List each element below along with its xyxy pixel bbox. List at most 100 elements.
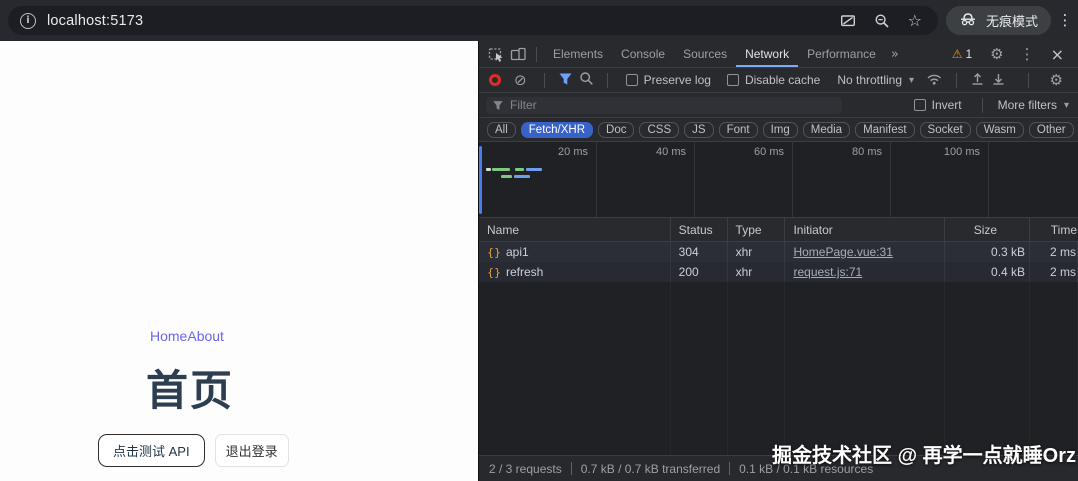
- page-title: 首页: [146, 357, 234, 418]
- xhr-braces-icon: {}: [487, 246, 501, 259]
- column-header-type[interactable]: Type: [728, 218, 786, 241]
- incognito-badge: 无痕模式: [946, 6, 1051, 35]
- preserve-log-label: Preserve log: [644, 73, 711, 87]
- tab-sources[interactable]: Sources: [674, 41, 736, 67]
- waterfall-bar: [492, 168, 510, 171]
- chip-media[interactable]: Media: [803, 122, 850, 138]
- search-icon[interactable]: [579, 71, 594, 89]
- column-header-size[interactable]: Size: [945, 218, 1030, 241]
- request-name: refresh: [506, 265, 543, 279]
- column-header-time[interactable]: Time: [1030, 218, 1078, 241]
- request-size: 0.3 kB: [945, 242, 1030, 262]
- waterfall-bar: [514, 175, 530, 178]
- test-api-button[interactable]: 点击测试 API: [98, 434, 205, 467]
- logout-button[interactable]: 退出登录: [215, 434, 289, 467]
- table-row[interactable]: {} refresh 200 xhr request.js:71 0.4 kB …: [479, 262, 1078, 282]
- clear-icon[interactable]: ⊘: [510, 71, 531, 89]
- filter-input[interactable]: [510, 98, 836, 112]
- request-table-header: Name Status Type Initiator Size Time: [479, 218, 1078, 242]
- browser-menu-icon[interactable]: ⋮: [1056, 11, 1074, 29]
- chip-other[interactable]: Other: [1029, 122, 1074, 138]
- zoom-icon[interactable]: [874, 13, 890, 29]
- bookmark-star-icon[interactable]: ☆: [908, 13, 922, 29]
- network-overview-timeline[interactable]: 20 ms 40 ms 60 ms 80 ms 100 ms: [479, 142, 1078, 218]
- record-icon[interactable]: [489, 74, 501, 86]
- empty-column: [671, 282, 728, 455]
- page-nav: HomeAbout: [150, 328, 224, 344]
- nav-link-about[interactable]: About: [187, 328, 224, 344]
- chip-doc[interactable]: Doc: [598, 122, 634, 138]
- initiator-link[interactable]: HomePage.vue:31: [793, 245, 892, 259]
- chip-all[interactable]: All: [487, 122, 516, 138]
- screen: i localhost:5173 ☆ 无痕模式 ⋮ HomeAbout: [0, 0, 1078, 481]
- gridline: [694, 142, 695, 217]
- incognito-label: 无痕模式: [986, 11, 1038, 30]
- chip-socket[interactable]: Socket: [920, 122, 971, 138]
- device-toolbar-icon[interactable]: [507, 43, 529, 65]
- tab-network[interactable]: Network: [736, 41, 798, 67]
- empty-column: [1030, 282, 1078, 455]
- send-to-device-icon[interactable]: [840, 13, 856, 29]
- tick-label: 60 ms: [714, 146, 784, 158]
- chip-fetch-xhr[interactable]: Fetch/XHR: [521, 122, 593, 138]
- import-har-icon[interactable]: [970, 71, 985, 89]
- waterfall-bar: [486, 168, 491, 171]
- request-type: xhr: [728, 242, 786, 262]
- xhr-braces-icon: {}: [487, 266, 501, 279]
- more-filters-button[interactable]: More filters ▾: [998, 98, 1071, 112]
- summary-transferred: 0.7 kB / 0.7 kB transferred: [581, 462, 720, 476]
- throttling-select[interactable]: No throttling ▾: [837, 73, 914, 87]
- invert-label: Invert: [932, 98, 962, 112]
- request-time: 2 ms: [1030, 262, 1078, 282]
- invert-checkbox[interactable]: [914, 99, 926, 111]
- disable-cache-checkbox[interactable]: [727, 74, 739, 86]
- network-conditions-icon[interactable]: [926, 71, 943, 89]
- devtools-settings-icon[interactable]: ⚙: [982, 45, 1011, 63]
- url-text: localhost:5173: [47, 13, 143, 29]
- chip-font[interactable]: Font: [719, 122, 758, 138]
- devtools-close-icon[interactable]: ×: [1043, 45, 1072, 64]
- divider: [982, 98, 983, 113]
- table-row[interactable]: {} api1 304 xhr HomePage.vue:31 0.3 kB 2…: [479, 242, 1078, 262]
- divider: [1028, 73, 1029, 88]
- address-bar[interactable]: i localhost:5173 ☆: [8, 6, 938, 35]
- initiator-link[interactable]: request.js:71: [793, 265, 862, 279]
- tick-label: 100 ms: [910, 146, 980, 158]
- column-header-name[interactable]: Name: [479, 218, 671, 241]
- request-size: 0.4 kB: [945, 262, 1030, 282]
- chip-js[interactable]: JS: [684, 122, 713, 138]
- tab-console[interactable]: Console: [612, 41, 674, 67]
- preserve-log-checkbox[interactable]: [626, 74, 638, 86]
- tick-label: 20 ms: [518, 146, 588, 158]
- column-header-status[interactable]: Status: [671, 218, 728, 241]
- nav-link-home[interactable]: Home: [150, 328, 187, 344]
- issues-badge[interactable]: ⚠ 1: [952, 47, 972, 61]
- divider: [571, 462, 572, 475]
- devtools-tabbar: Elements Console Sources Network Perform…: [479, 41, 1078, 68]
- warning-icon: ⚠: [952, 47, 963, 61]
- column-header-initiator[interactable]: Initiator: [785, 218, 945, 241]
- inspect-element-icon[interactable]: [485, 43, 507, 65]
- overview-handle[interactable]: [479, 146, 482, 214]
- chip-css[interactable]: CSS: [639, 122, 679, 138]
- more-tabs-icon[interactable]: »: [885, 47, 905, 62]
- chip-manifest[interactable]: Manifest: [855, 122, 914, 138]
- request-type: xhr: [728, 262, 786, 282]
- tab-performance[interactable]: Performance: [798, 41, 885, 67]
- filter-input-box[interactable]: [486, 97, 842, 114]
- divider: [536, 47, 537, 62]
- info-icon[interactable]: i: [20, 13, 36, 29]
- chip-wasm[interactable]: Wasm: [976, 122, 1024, 138]
- tab-elements[interactable]: Elements: [544, 41, 612, 67]
- divider: [729, 462, 730, 475]
- waterfall-bar: [515, 168, 524, 171]
- gridline: [890, 142, 891, 217]
- waterfall-bar: [526, 168, 542, 171]
- chip-img[interactable]: Img: [763, 122, 798, 138]
- browser-toolbar: i localhost:5173 ☆ 无痕模式 ⋮: [0, 0, 1078, 41]
- export-har-icon[interactable]: [991, 71, 1006, 89]
- devtools-menu-icon[interactable]: ⋮: [1012, 45, 1043, 63]
- network-settings-icon[interactable]: ⚙: [1042, 71, 1071, 89]
- filter-funnel-icon[interactable]: [558, 72, 573, 89]
- web-page: HomeAbout 首页 点击测试 API 退出登录: [0, 41, 478, 481]
